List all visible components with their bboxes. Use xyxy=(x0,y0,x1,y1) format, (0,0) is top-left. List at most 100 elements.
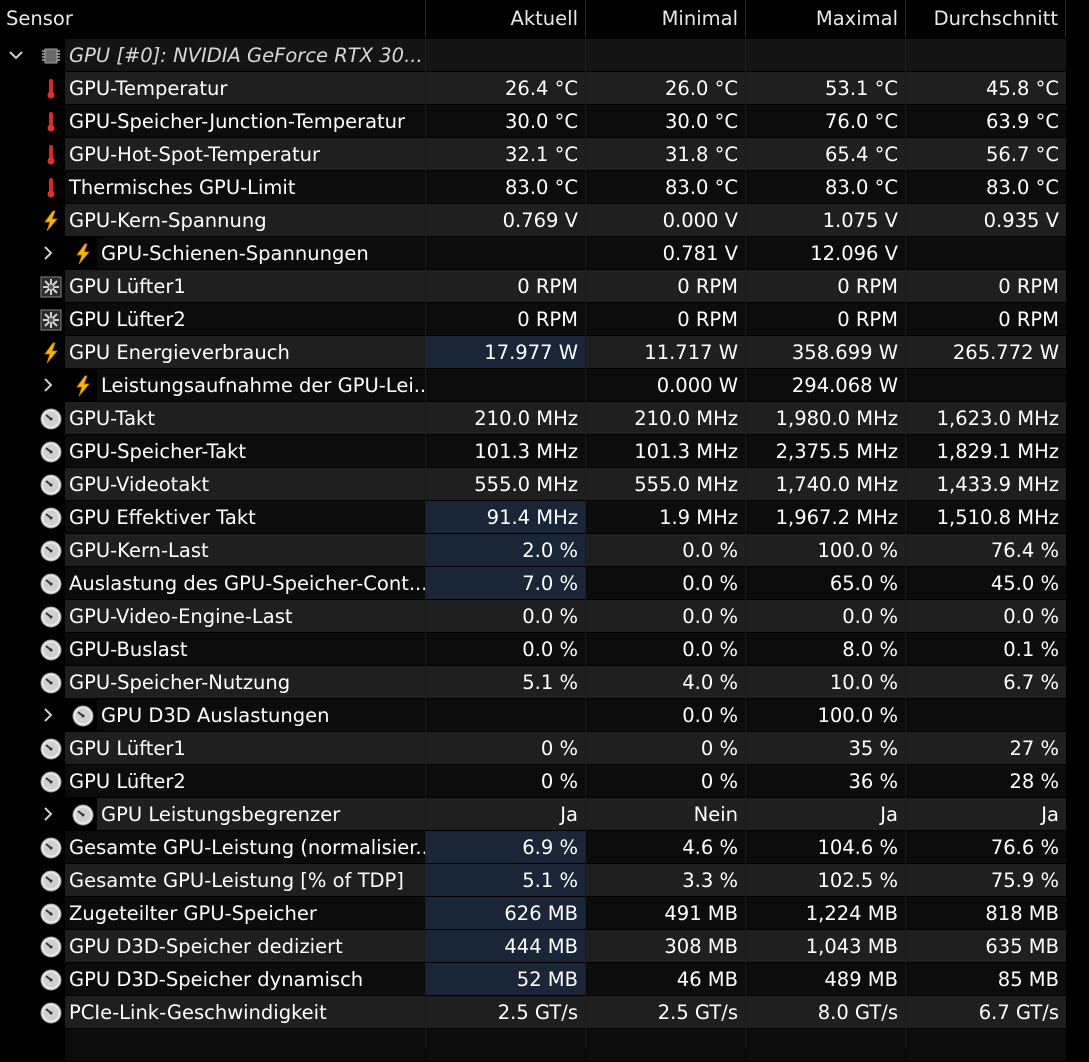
value-current: 0.769 V xyxy=(426,204,585,236)
value-current: Ja xyxy=(426,798,585,830)
fan-icon xyxy=(40,275,62,298)
column-header: Sensor Aktuell Minimal Maximal Durchschn… xyxy=(0,0,1089,38)
value-max: 76.0 °C xyxy=(746,105,905,137)
value-current: 626 MB xyxy=(426,897,585,929)
value-max: 2,375.5 MHz xyxy=(746,435,905,467)
gauge-icon xyxy=(40,539,62,562)
thermometer-icon xyxy=(40,77,62,99)
value-max: 100.0 % xyxy=(746,699,905,731)
sensor-name: PCIe-Link-Geschwindigkeit xyxy=(65,996,425,1028)
value-avg: 1,510.8 MHz xyxy=(906,501,1066,533)
sensor-name: GPU Lüfter1 xyxy=(65,732,425,764)
value-avg: 635 MB xyxy=(906,930,1066,962)
value-avg: 1,623.0 MHz xyxy=(906,402,1066,434)
value-avg: 83.0 °C xyxy=(906,171,1066,203)
value-max: 65.4 °C xyxy=(746,138,905,170)
sensor-row[interactable]: GPU Energieverbrauch 17.977 W 11.717 W 358.… xyxy=(0,336,1066,369)
value-current: 210.0 MHz xyxy=(426,402,585,434)
value-avg: 76.4 % xyxy=(906,534,1066,566)
sensor-row[interactable]: GPU Leistungsbegrenzer Ja Nein Ja Ja xyxy=(0,798,1066,831)
sensor-name: GPU Effektiver Takt xyxy=(65,501,425,533)
sensor-row[interactable]: GPU-Hot-Spot-Temperatur 32.1 °C 31.8 °C 65.… xyxy=(0,138,1066,171)
sensor-row[interactable]: GPU-Video-Engine-Last 0.0 % 0.0 % 0.0 % 0.0 … xyxy=(0,600,1066,633)
value-max: 358.699 W xyxy=(746,336,905,368)
sensor-row[interactable]: GPU D3D-Speicher dediziert 444 MB 308 MB 1,… xyxy=(0,930,1066,963)
value-min: 0.000 W xyxy=(586,369,745,401)
sensor-row[interactable]: GPU-Takt 210.0 MHz 210.0 MHz 1,980.0 MHz 1,6… xyxy=(0,402,1066,435)
sensor-row[interactable]: GPU-Kern-Spannung 0.769 V 0.000 V 1.075 V 0.… xyxy=(0,204,1066,237)
value-avg: 818 MB xyxy=(906,897,1066,929)
value-current: 32.1 °C xyxy=(426,138,585,170)
header-min[interactable]: Minimal xyxy=(586,0,746,37)
value-max: 8.0 % xyxy=(746,633,905,665)
sensor-row[interactable]: GPU-Kern-Last 2.0 % 0.0 % 100.0 % 76.4 % xyxy=(0,534,1066,567)
value-avg: 56.7 °C xyxy=(906,138,1066,170)
value-max: 1,224 MB xyxy=(746,897,905,929)
sensor-group-gpu[interactable]: GPU [#0]: NVIDIA GeForce RTX 30... xyxy=(0,39,1066,72)
gauge-icon xyxy=(40,737,62,760)
chevron-right-icon[interactable] xyxy=(38,237,58,269)
group-label: GPU [#0]: NVIDIA GeForce RTX 30... xyxy=(65,39,425,71)
sensor-row[interactable]: GPU Lüfter1 0 RPM 0 RPM 0 RPM 0 RPM xyxy=(0,270,1066,303)
gauge-icon xyxy=(40,605,62,628)
value-avg: 6.7 % xyxy=(906,666,1066,698)
sensor-row[interactable]: GPU-Videotakt 555.0 MHz 555.0 MHz 1,740.0 M… xyxy=(0,468,1066,501)
value-min: 555.0 MHz xyxy=(586,468,745,500)
header-current[interactable]: Aktuell xyxy=(426,0,586,37)
header-sensor[interactable]: Sensor xyxy=(0,0,426,37)
chevron-right-icon[interactable] xyxy=(38,369,58,401)
sensor-row[interactable]: Leistungsaufnahme der GPU-Lei... 0.000 W2… xyxy=(0,369,1066,402)
value-max: 53.1 °C xyxy=(746,72,905,104)
sensor-row[interactable]: Zugeteilter GPU-Speicher 626 MB 491 MB 1,22… xyxy=(0,897,1066,930)
sensor-table: GPU [#0]: NVIDIA GeForce RTX 30... GPU-T… xyxy=(0,39,1066,1062)
value-avg: 45.0 % xyxy=(906,567,1066,599)
sensor-row[interactable]: GPU-Schienen-Spannungen 0.781 V 12.096 V xyxy=(0,237,1066,270)
sensor-row[interactable]: GPU-Speicher-Takt 101.3 MHz 101.3 MHz 2,375… xyxy=(0,435,1066,468)
sensor-row[interactable]: GPU-Speicher-Junction-Temperatur 30.0 °C 3… xyxy=(0,105,1066,138)
sensor-row[interactable]: GPU D3D Auslastungen 0.0 % 100.0 % xyxy=(0,699,1066,732)
value-min: 30.0 °C xyxy=(586,105,745,137)
gauge-icon xyxy=(40,1001,62,1024)
value-max: 0.0 % xyxy=(746,600,905,632)
value-avg: 1,829.1 MHz xyxy=(906,435,1066,467)
value-current xyxy=(426,369,585,401)
value-max: 1,740.0 MHz xyxy=(746,468,905,500)
header-avg[interactable]: Durchschnitt xyxy=(906,0,1066,37)
value-min: 2.5 GT/s xyxy=(586,996,745,1028)
sensor-row[interactable]: Auslastung des GPU-Speicher-Cont... 7.0 %… xyxy=(0,567,1066,600)
lightning-icon xyxy=(72,374,94,397)
value-max: 65.0 % xyxy=(746,567,905,599)
value-max: 0 RPM xyxy=(746,270,905,302)
sensor-row[interactable]: GPU Lüfter2 0 RPM 0 RPM 0 RPM 0 RPM xyxy=(0,303,1066,336)
sensor-name: GPU Lüfter2 xyxy=(65,303,425,335)
chevron-right-icon[interactable] xyxy=(38,798,58,830)
value-max: 83.0 °C xyxy=(746,171,905,203)
value-avg: 45.8 °C xyxy=(906,72,1066,104)
sensor-row[interactable]: GPU Effektiver Takt 91.4 MHz 1.9 MHz 1,967.… xyxy=(0,501,1066,534)
sensor-row[interactable]: PCIe-Link-Geschwindigkeit 2.5 GT/s 2.5 GT/… xyxy=(0,996,1066,1029)
thermometer-icon xyxy=(40,176,62,198)
sensor-row[interactable]: GPU D3D-Speicher dynamisch 52 MB 46 MB 489 … xyxy=(0,963,1066,996)
value-max: 1,043 MB xyxy=(746,930,905,962)
sensor-name: GPU-Videotakt xyxy=(65,468,425,500)
scrollbar[interactable] xyxy=(1067,38,1089,1049)
sensor-row[interactable]: Gesamte GPU-Leistung (normalisier... 6.9 … xyxy=(0,831,1066,864)
sensor-row[interactable]: Gesamte GPU-Leistung [% of TDP] 5.1 % 3.3 … xyxy=(0,864,1066,897)
sensor-name: GPU-Speicher-Junction-Temperatur xyxy=(65,105,425,137)
gauge-icon xyxy=(40,869,62,892)
gauge-icon xyxy=(40,836,62,859)
chevron-right-icon[interactable] xyxy=(38,699,58,731)
sensor-row[interactable]: GPU Lüfter2 0 % 0 % 36 % 28 % xyxy=(0,765,1066,798)
header-max[interactable]: Maximal xyxy=(746,0,906,37)
sensor-row[interactable]: GPU Lüfter1 0 % 0 % 35 % 27 % xyxy=(0,732,1066,765)
sensor-row[interactable]: Thermisches GPU-Limit 83.0 °C 83.0 °C 83.0 … xyxy=(0,171,1066,204)
value-min: 0.0 % xyxy=(586,567,745,599)
sensor-row[interactable]: GPU-Speicher-Nutzung 5.1 % 4.0 % 10.0 % 6.7 … xyxy=(0,666,1066,699)
sensor-name: GPU-Buslast xyxy=(65,633,425,665)
lightning-icon xyxy=(40,341,62,364)
chevron-down-icon[interactable] xyxy=(6,39,26,71)
sensor-row[interactable]: GPU-Temperatur 26.4 °C 26.0 °C 53.1 °C 45.8 … xyxy=(0,72,1066,105)
sensor-row[interactable]: GPU-Buslast 0.0 % 0.0 % 8.0 % 0.1 % xyxy=(0,633,1066,666)
value-max: Ja xyxy=(746,798,905,830)
value-current: 6.9 % xyxy=(426,831,585,863)
